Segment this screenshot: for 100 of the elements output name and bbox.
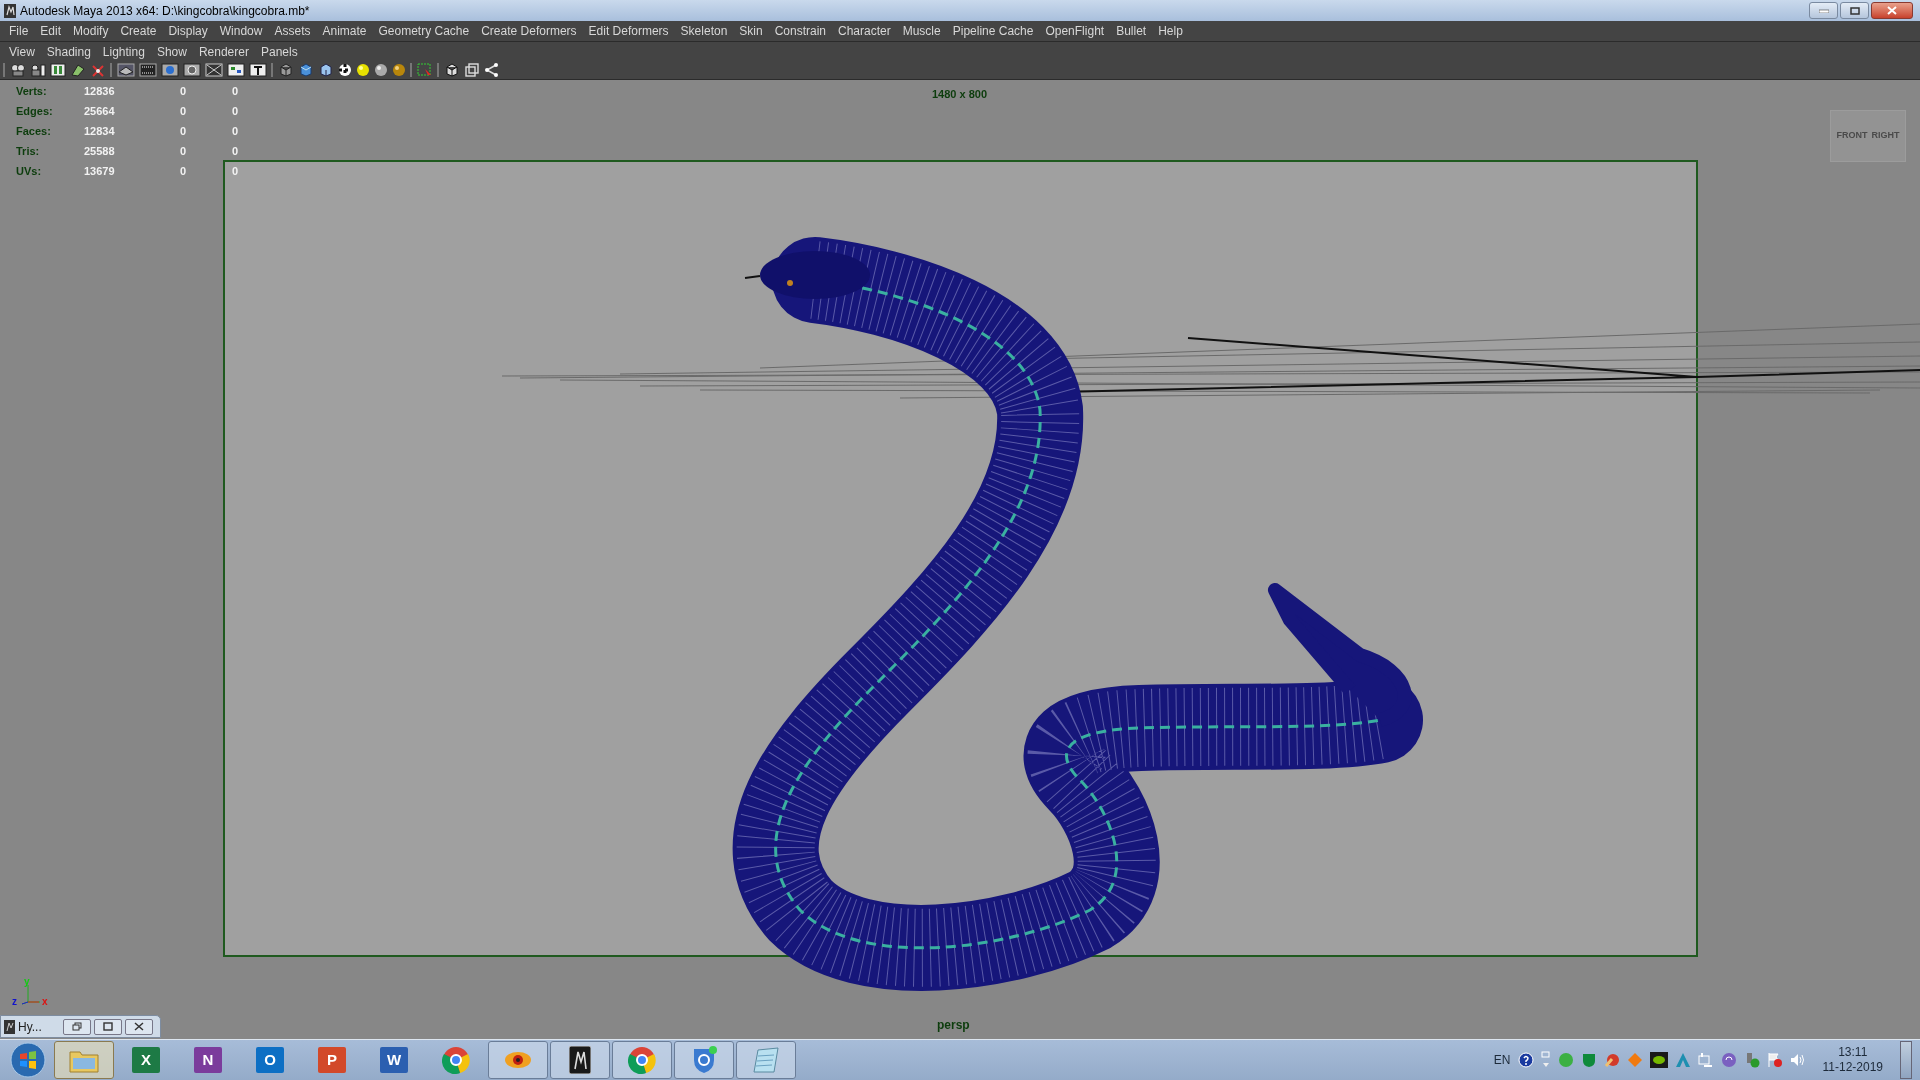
- stat-value: 12836: [83, 83, 116, 99]
- minimized-window[interactable]: Hy...: [0, 1015, 161, 1038]
- minimize-icon: [1818, 8, 1829, 13]
- stat-label: Faces:: [16, 123, 52, 139]
- shaded-cube-icon[interactable]: [298, 63, 314, 77]
- close-button[interactable]: [1871, 2, 1913, 19]
- cube-icon[interactable]: [444, 63, 460, 77]
- app-icon: [4, 1019, 15, 1034]
- checker-icon[interactable]: [338, 63, 352, 77]
- panel-menu-item[interactable]: Renderer: [192, 42, 255, 61]
- menu-item[interactable]: Display: [162, 22, 214, 40]
- wireframe-cube-icon[interactable]: [278, 63, 294, 77]
- menu-item[interactable]: Modify: [67, 22, 115, 40]
- axis-label: x: [42, 995, 48, 1009]
- panel-menu-item[interactable]: Shading: [40, 42, 97, 61]
- stat-value: 0: [180, 83, 188, 99]
- notepad-icon: [752, 1046, 780, 1074]
- browser-icon: [442, 1046, 470, 1074]
- menu-item[interactable]: Create Deformers: [475, 22, 583, 40]
- menu-item[interactable]: Character: [832, 22, 897, 40]
- camera-name: persp: [937, 1017, 970, 1034]
- toolbar-separator: [110, 63, 113, 77]
- restore-button[interactable]: [63, 1018, 91, 1035]
- menu-item[interactable]: Bullet: [1110, 22, 1153, 40]
- toolbar-separator: [410, 63, 413, 77]
- menu-item[interactable]: Skeleton: [674, 22, 734, 40]
- stat-value: 0: [232, 103, 240, 119]
- maximize-button[interactable]: [94, 1018, 122, 1035]
- panel-menu-item[interactable]: Show: [150, 42, 193, 61]
- maximize-icon: [103, 1022, 113, 1031]
- app-logo: O: [256, 1047, 284, 1073]
- tray-icon[interactable]: [1720, 1052, 1737, 1068]
- menu-item[interactable]: Muscle: [896, 22, 947, 40]
- stat-value: 0: [232, 123, 240, 139]
- app-logo: W: [380, 1047, 408, 1073]
- app-logo: X: [132, 1047, 160, 1073]
- light-sphere-icon[interactable]: [356, 63, 370, 77]
- window-switch-icon[interactable]: [1540, 1051, 1551, 1069]
- camera-icon[interactable]: [10, 63, 26, 77]
- close-icon: [1887, 6, 1897, 15]
- textured-cube-icon[interactable]: [318, 63, 334, 77]
- taskbar-button[interactable]: P: [302, 1041, 362, 1079]
- taskbar-button[interactable]: O: [240, 1041, 300, 1079]
- menu-item[interactable]: Help: [1152, 22, 1189, 40]
- taskbar-button[interactable]: N: [178, 1041, 238, 1079]
- close-button[interactable]: [125, 1018, 153, 1035]
- menu-item[interactable]: File: [3, 22, 35, 40]
- menu-item[interactable]: Assets: [268, 22, 317, 40]
- close-icon: [134, 1022, 144, 1031]
- material-sphere-icon[interactable]: [374, 63, 388, 77]
- stat-value: 0: [180, 103, 188, 119]
- stat-value: 0: [180, 163, 188, 179]
- menu-item[interactable]: Animate: [316, 22, 373, 40]
- stat-label: Verts:: [16, 83, 48, 99]
- menu-item[interactable]: Geometry Cache: [372, 22, 476, 40]
- show-desktop-button[interactable]: [1900, 1041, 1912, 1079]
- language-indicator[interactable]: EN: [1493, 1051, 1511, 1069]
- taskbar-button[interactable]: X: [116, 1041, 176, 1079]
- app-logo: N: [194, 1047, 222, 1073]
- clock-date[interactable]: 11-12-2019: [1822, 1060, 1883, 1075]
- grid-icon[interactable]: [117, 63, 135, 77]
- toolbar-handle[interactable]: [3, 63, 6, 77]
- graphics-card-icon[interactable]: [1649, 1052, 1668, 1068]
- stat-label: UVs:: [16, 163, 43, 179]
- panel-menu-item[interactable]: View: [3, 42, 41, 61]
- panel-menu-item[interactable]: Panels: [254, 42, 304, 61]
- resolution-label: 1480 x 800: [932, 87, 988, 102]
- browser-icon: [628, 1046, 656, 1074]
- stat-value: 0: [180, 143, 188, 159]
- minimize-button[interactable]: [1809, 2, 1838, 19]
- menu-item[interactable]: Skin: [733, 22, 769, 40]
- menu-item[interactable]: Create: [114, 22, 163, 40]
- menu-item[interactable]: Edit: [34, 22, 68, 40]
- shiny-sphere-icon[interactable]: [392, 63, 406, 77]
- help-icon[interactable]: [1517, 1052, 1534, 1068]
- axis-label: y: [24, 975, 30, 989]
- stat-label: Tris:: [16, 143, 41, 159]
- restore-icon: [72, 1022, 82, 1031]
- brush-icon[interactable]: [1603, 1052, 1620, 1068]
- menu-item[interactable]: Constrain: [768, 22, 832, 40]
- menu-item[interactable]: Edit Deformers: [582, 22, 675, 40]
- flag-icon[interactable]: [1766, 1052, 1783, 1068]
- clock-time[interactable]: 13:11: [1838, 1045, 1868, 1060]
- panel-menu-item[interactable]: Lighting: [96, 42, 151, 61]
- window-title: Hy...: [18, 1018, 43, 1036]
- window-title: Autodesk Maya 2013 x64: D:\kingcobra\kingcobra.mb*: [20, 2, 310, 20]
- stat-value: 0: [232, 163, 240, 179]
- menu-item[interactable]: Window: [213, 22, 269, 40]
- axis-label: z: [12, 995, 17, 1009]
- restore-icon: [1849, 6, 1860, 15]
- app-icon: [4, 3, 16, 18]
- taskbar-button[interactable]: [550, 1041, 610, 1079]
- stat-value: 13679: [83, 163, 116, 179]
- taskbar-button[interactable]: W: [364, 1041, 424, 1079]
- stat-value: 12834: [83, 123, 116, 139]
- menu-item[interactable]: Pipeline Cache: [946, 22, 1040, 40]
- menu-item[interactable]: OpenFlight: [1039, 22, 1111, 40]
- maximize-button[interactable]: [1840, 2, 1869, 19]
- stat-value: 25588: [83, 143, 116, 159]
- stat-value: 0: [232, 83, 240, 99]
